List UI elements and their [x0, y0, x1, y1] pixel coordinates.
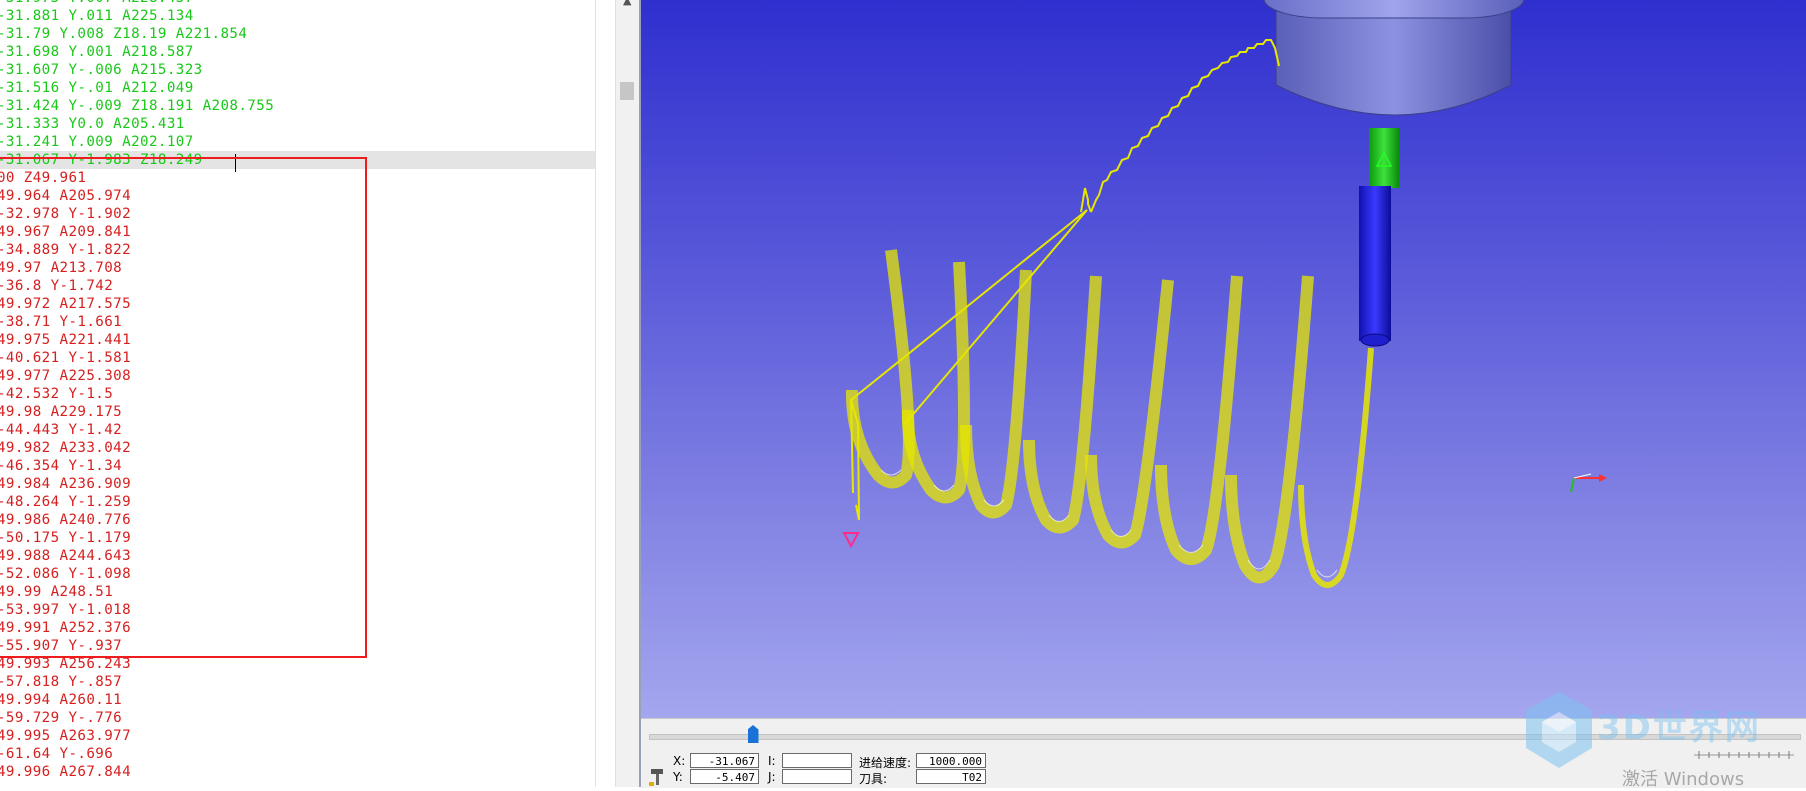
code-line[interactable]: Z49.996 A267.844	[0, 763, 596, 781]
code-line[interactable]: Z49.995 A263.977	[0, 727, 596, 745]
feed-rate-field: 1000.000	[916, 753, 986, 768]
i-label: I:	[768, 754, 776, 768]
i-field	[782, 753, 852, 768]
j-label: J:	[768, 770, 776, 784]
triangle-start-marker-icon	[842, 532, 860, 549]
scrollbar-thumb[interactable]	[620, 82, 634, 100]
watermark-text: 3D世界网	[1597, 708, 1761, 748]
scroll-up-arrow-icon[interactable]: ▲	[623, 0, 631, 7]
code-line[interactable]: X-59.729 Y-.776	[0, 709, 596, 727]
gcode-editor[interactable]: X-31.973 Y.007 A228.437X-31.881 Y.011 A2…	[0, 0, 596, 787]
tool-label: 刀具:	[859, 772, 888, 786]
code-line[interactable]: Z49.994 A260.11	[0, 691, 596, 709]
tool-neck	[1369, 128, 1399, 188]
zoom-ticks	[1694, 751, 1794, 759]
code-line[interactable]: X-31.607 Y-.006 A215.323	[0, 61, 596, 79]
code-line[interactable]: X-31.424 Y-.009 Z18.191 A208.755	[0, 97, 596, 115]
code-line[interactable]: X-61.64 Y-.696	[0, 745, 596, 763]
activate-windows-text: 激活 Windows	[1622, 769, 1745, 790]
y-coordinate-label: Y:	[673, 770, 683, 784]
tool-shank	[1359, 186, 1391, 347]
x-coordinate-label: X:	[673, 754, 686, 768]
code-line[interactable]: X-31.881 Y.011 A225.134	[0, 7, 596, 25]
code-line[interactable]: X-31.241 Y.009 A202.107	[0, 133, 596, 151]
y-coordinate-field: -5.407	[690, 769, 759, 784]
code-line[interactable]: X-31.79 Y.008 Z18.19 A221.854	[0, 25, 596, 43]
tool-holder	[1263, 0, 1525, 116]
tool-field: T02	[916, 769, 986, 784]
code-line[interactable]: X-31.973 Y.007 A228.437	[0, 0, 596, 7]
code-line[interactable]: X-31.698 Y.001 A218.587	[0, 43, 596, 61]
x-coordinate-field: -31.067	[690, 753, 759, 768]
lower-toolpath	[845, 209, 1374, 588]
hammer-tool-icon[interactable]	[649, 767, 667, 787]
editor-vertical-scrollbar[interactable]: ▲	[615, 0, 640, 787]
editor-right-margin-line	[595, 0, 596, 787]
playback-slider-thumb[interactable]	[747, 725, 759, 743]
code-line[interactable]: X-57.818 Y-.857	[0, 673, 596, 691]
watermark-cube-logo	[1526, 692, 1592, 768]
selection-highlight-box	[0, 157, 367, 658]
upper-toolpath	[1080, 39, 1280, 213]
feed-rate-label: 进给速度:	[859, 756, 912, 770]
axis-triad-icon	[1570, 473, 1607, 493]
code-line[interactable]: X-31.333 Y0.0 A205.431	[0, 115, 596, 133]
j-field	[782, 769, 852, 784]
toolpath-scene	[842, 0, 1607, 588]
code-line[interactable]: X-31.516 Y-.01 A212.049	[0, 79, 596, 97]
simulation-3d-viewport[interactable]	[641, 0, 1806, 718]
